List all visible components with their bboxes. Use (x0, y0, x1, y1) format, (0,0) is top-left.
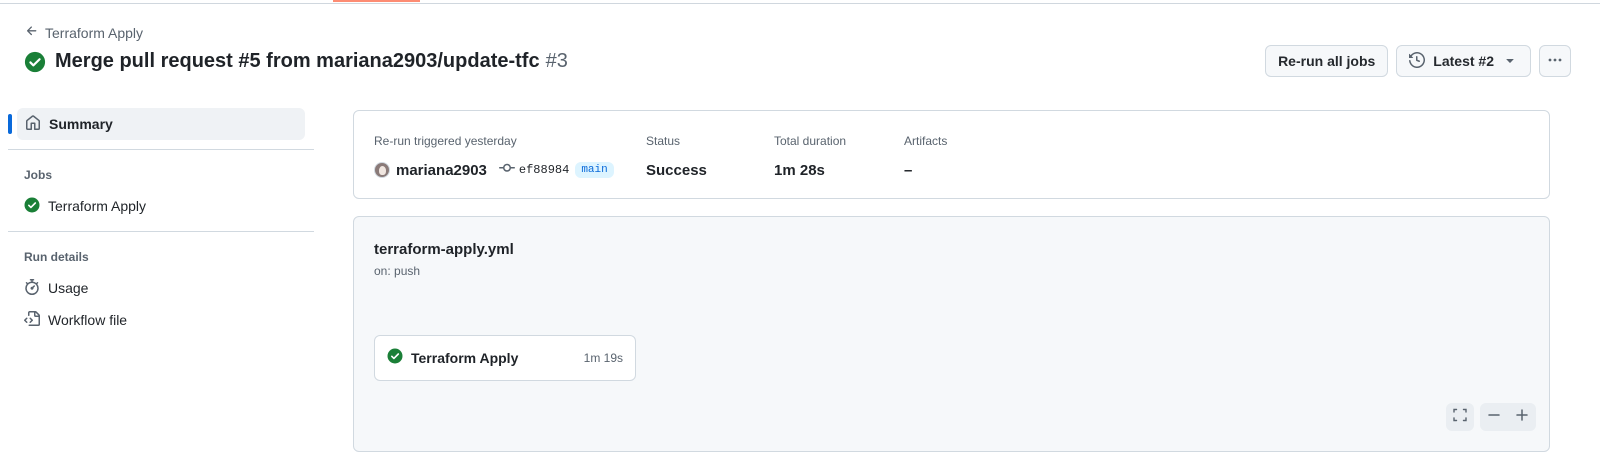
avatar[interactable] (374, 162, 390, 178)
duration-value: 1m 28s (774, 161, 825, 179)
sidebar-item-usage[interactable]: Usage (8, 272, 314, 304)
attempt-label: Latest #2 (1433, 53, 1494, 69)
workflow-graph-card: terraform-apply.yml on: push Terraform A… (353, 216, 1550, 452)
sidebar-item-job-terraform-apply[interactable]: Terraform Apply (8, 190, 314, 222)
zoom-out-icon (1486, 407, 1502, 428)
fullscreen-button[interactable] (1446, 403, 1474, 431)
trigger-label: Re-run triggered yesterday (374, 134, 517, 148)
active-tab-underline (333, 0, 420, 2)
history-icon (1409, 51, 1426, 71)
run-details-heading: Run details (24, 250, 89, 264)
workflow-file-name: terraform-apply.yml (374, 241, 514, 258)
run-sidebar: Summary Jobs Terraform Apply Run details… (8, 108, 314, 336)
rerun-all-jobs-button[interactable]: Re-run all jobs (1265, 45, 1389, 77)
job-node-terraform-apply[interactable]: Terraform Apply 1m 19s (374, 335, 636, 381)
trigger-column: Re-run triggered yesterday mariana2903 e… (374, 134, 614, 182)
run-number: #3 (545, 50, 568, 72)
header-actions: Re-run all jobs Latest #2 (1265, 45, 1571, 77)
zoom-controls (1480, 403, 1536, 431)
duration-label: Total duration (774, 134, 847, 148)
job-name: Terraform Apply (411, 350, 519, 366)
check-circle-fill-icon (24, 197, 40, 216)
file-code-icon (24, 310, 40, 330)
graph-zoom-tools (1446, 403, 1536, 431)
jobs-heading: Jobs (24, 168, 53, 182)
artifacts-value: – (904, 161, 913, 179)
fullscreen-icon (1452, 407, 1468, 428)
sidebar-item-workflow-file[interactable]: Workflow file (8, 304, 314, 336)
workflow-trigger: on: push (374, 264, 421, 278)
sidebar-item-label: Workflow file (48, 312, 128, 328)
stopwatch-icon (24, 278, 40, 298)
attempt-selector-button[interactable]: Latest #2 (1396, 45, 1531, 77)
check-circle-fill-icon (387, 348, 403, 369)
status-column: Status Success (646, 134, 707, 182)
duration-column: Total duration 1m 28s (774, 134, 846, 182)
sidebar-item-summary[interactable]: Summary (8, 108, 305, 140)
actor-link[interactable]: mariana2903 (396, 162, 487, 179)
check-circle-fill-icon (24, 51, 46, 73)
kebab-horizontal-icon (1547, 52, 1563, 71)
commit-sha: ef88984 (518, 163, 570, 177)
triangle-down-icon (1502, 52, 1518, 71)
commit-link[interactable]: ef88984 (498, 160, 570, 180)
git-commit-icon (498, 160, 515, 180)
top-nav-border (0, 0, 1600, 4)
page-title: Merge pull request #5 from mariana2903/u… (55, 50, 568, 73)
run-title-text: Merge pull request #5 from mariana2903/u… (55, 50, 540, 72)
branch-badge[interactable]: main (575, 162, 614, 178)
zoom-in-button[interactable] (1508, 403, 1536, 431)
back-link-label: Terraform Apply (45, 24, 144, 41)
home-icon (25, 114, 41, 134)
job-duration: 1m 19s (583, 351, 623, 365)
zoom-in-icon (1514, 407, 1530, 428)
sidebar-item-label: Summary (49, 116, 113, 132)
status-label: Status (646, 134, 681, 148)
sidebar-divider (8, 231, 314, 232)
back-to-workflow-link[interactable]: Terraform Apply (25, 24, 143, 41)
more-options-button[interactable] (1539, 45, 1571, 77)
zoom-out-button[interactable] (1480, 403, 1508, 431)
run-title-row: Merge pull request #5 from mariana2903/u… (24, 50, 568, 73)
sidebar-item-label: Usage (48, 280, 89, 296)
trigger-value: mariana2903 ef88984 main (374, 158, 614, 182)
run-summary-card: Re-run triggered yesterday mariana2903 e… (353, 110, 1550, 199)
status-value: Success (646, 161, 707, 179)
sidebar-item-label: Terraform Apply (48, 198, 147, 214)
artifacts-label: Artifacts (904, 134, 948, 148)
sidebar-divider (8, 149, 314, 150)
artifacts-column: Artifacts – (904, 134, 947, 182)
arrow-left-icon (25, 24, 39, 41)
